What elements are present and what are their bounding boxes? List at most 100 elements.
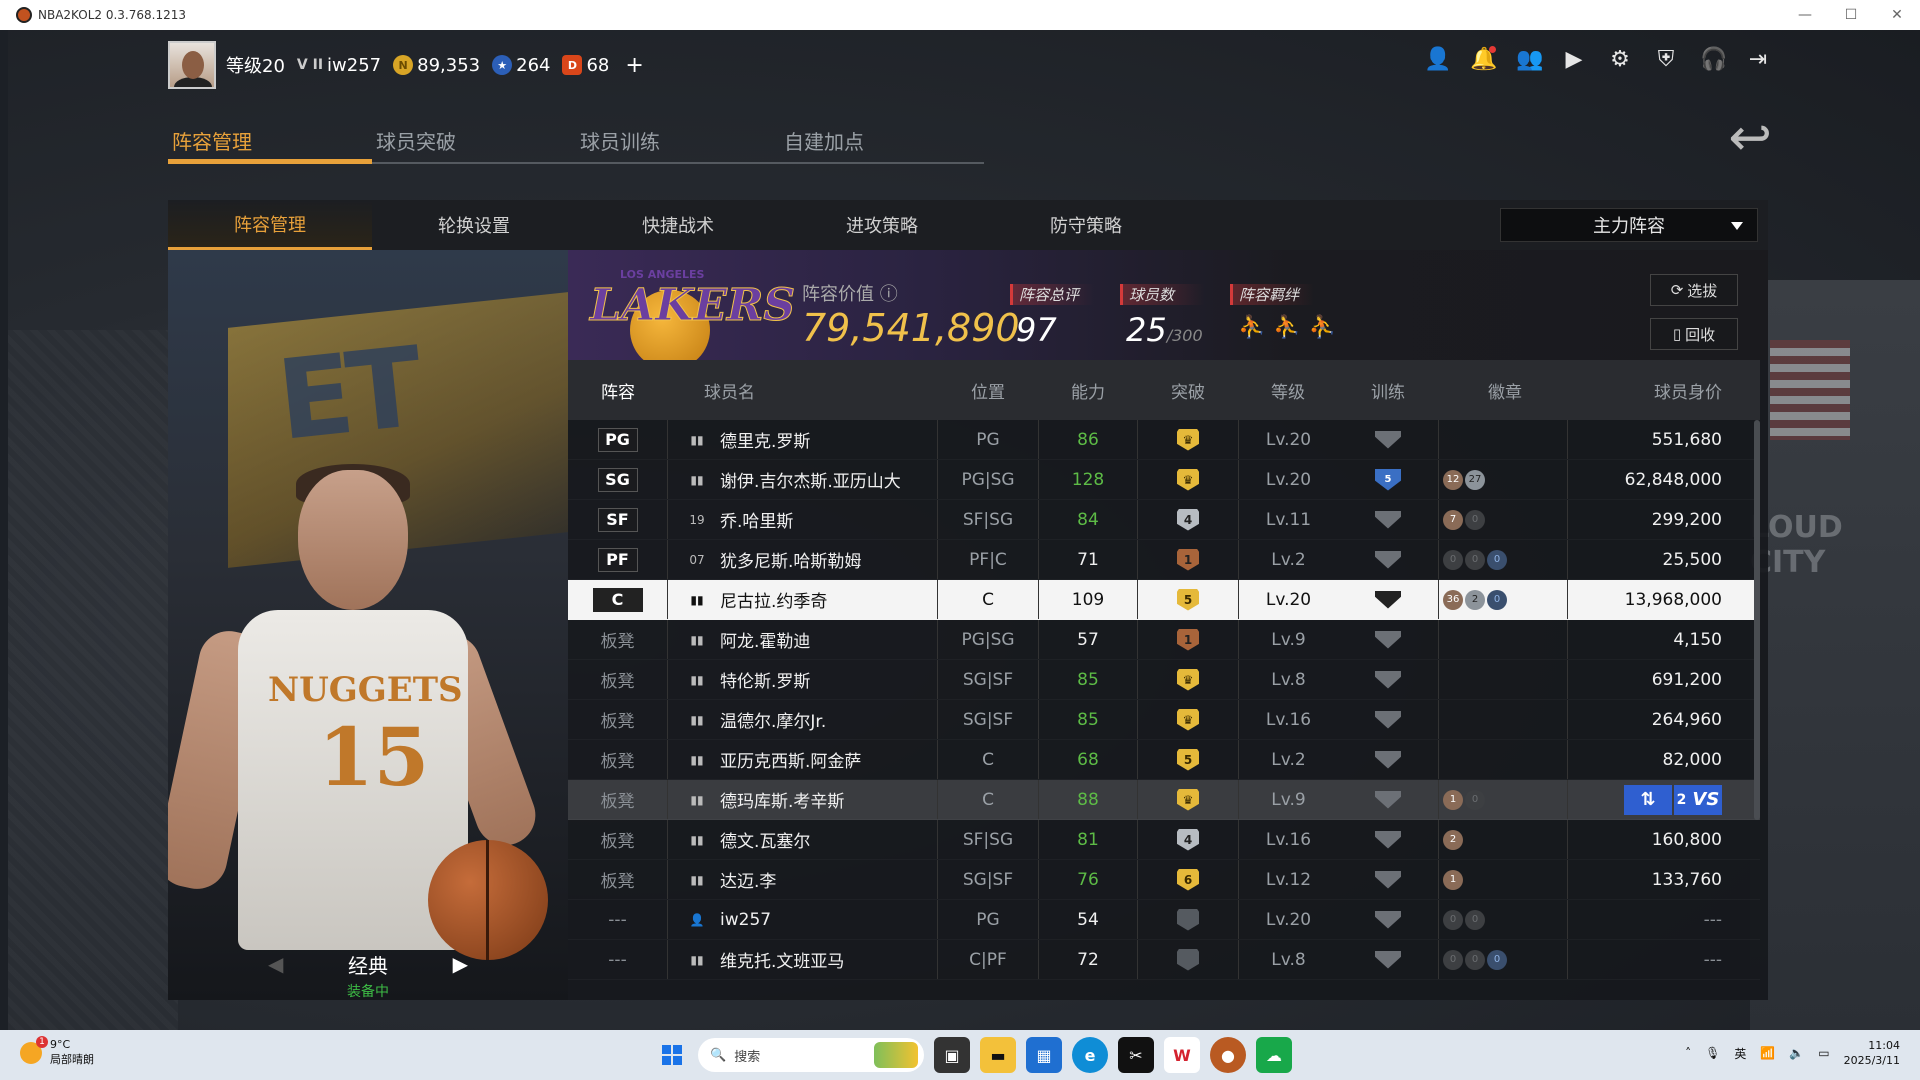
- table-row[interactable]: SG ▮▮ 谢伊.吉尔杰斯.亚历山大 PG|SG 128 ♛ Lv.20 5 12…: [568, 460, 1760, 500]
- profile-icon[interactable]: 👤: [1424, 48, 1451, 72]
- table-row[interactable]: 板凳 ▮▮ 温德尔.摩尔Jr. SG|SF 85 ♛ Lv.16 264,960: [568, 700, 1760, 740]
- subtab-rotation[interactable]: 轮换设置: [372, 200, 576, 250]
- stats-bars-icon: ▮▮: [690, 712, 704, 727]
- wechat-icon[interactable]: ☁: [1256, 1037, 1292, 1073]
- nba2k-icon[interactable]: ●: [1210, 1037, 1246, 1073]
- ime-indicator[interactable]: 英: [1734, 1045, 1746, 1062]
- compare-vs-button[interactable]: 2 VS: [1674, 784, 1722, 815]
- training-icon: [1375, 670, 1401, 689]
- mic-icon[interactable]: 🎙: [1705, 1046, 1720, 1060]
- recycle-button[interactable]: ▯ 回收: [1650, 318, 1738, 350]
- main-tabs: 阵容管理 球员突破 球员训练 自建加点: [168, 118, 984, 164]
- wps-icon[interactable]: W: [1164, 1037, 1200, 1073]
- arena-sign: LOUD CITY: [1750, 510, 1843, 580]
- badge-icon: 36: [1443, 589, 1463, 610]
- player-level: Lv.16: [1238, 700, 1338, 739]
- prev-card-icon[interactable]: ◀: [268, 952, 283, 976]
- roster-table: 阵容 球员名 位置 能力 突破 等级 训练 徽章 球员身价 PG ▮▮ 德里克.罗…: [568, 360, 1760, 1000]
- exit-icon[interactable]: ⇥: [1746, 48, 1770, 72]
- clock[interactable]: 11:04 2025/3/11: [1844, 1038, 1900, 1068]
- table-row[interactable]: 板凳 ▮▮ 特伦斯.罗斯 SG|SF 85 ♛ Lv.8 691,200: [568, 660, 1760, 700]
- bond-icon-2: ⛹: [1273, 315, 1301, 340]
- shield-icon[interactable]: ⛨: [1654, 48, 1678, 72]
- store-icon[interactable]: ▦: [1026, 1037, 1062, 1073]
- tab-player-breakthrough[interactable]: 球员突破: [372, 118, 576, 164]
- help-icon[interactable]: ⓘ: [880, 284, 898, 305]
- training-icon: [1375, 870, 1401, 889]
- lineup-dropdown[interactable]: 主力阵容: [1500, 208, 1758, 242]
- chevron-up-icon[interactable]: ˄: [1685, 1046, 1691, 1060]
- table-row[interactable]: 板凳 ▮▮ 德文.瓦塞尔 SF|SG 81 4 Lv.16 2 160,800: [568, 820, 1760, 860]
- scrollbar[interactable]: [1754, 420, 1760, 820]
- username: iw257: [327, 54, 382, 76]
- player-level: Lv.8: [1238, 940, 1338, 979]
- file-explorer-icon[interactable]: ▬: [980, 1037, 1016, 1073]
- tab-lineup-management[interactable]: 阵容管理: [168, 118, 372, 164]
- player-position: PF|C: [969, 549, 1007, 570]
- search-icon: 🔍: [710, 1047, 727, 1063]
- badge-icon: 0: [1443, 949, 1463, 970]
- subtab-offense[interactable]: 进攻策略: [780, 200, 984, 250]
- table-row[interactable]: 板凳 ▮▮ 达迈.李 SG|SF 76 6 Lv.12 1 133,760: [568, 860, 1760, 900]
- player-showcase: ET NUGGETS 15 ◀ 经典 装备中 ▶: [168, 250, 568, 1000]
- bell-icon[interactable]: 🔔: [1470, 46, 1497, 72]
- taskbar-search[interactable]: 🔍 搜索: [698, 1038, 924, 1072]
- player-level: Lv.8: [1238, 660, 1338, 699]
- game-viewport: LOUD CITY 等级20 V II iw257 N 89,353 ★ 264 D…: [8, 30, 1920, 1030]
- lineup-bonds[interactable]: 阵容羁绊 ⛹ ⛹ ⛹: [1230, 284, 1336, 340]
- select-button[interactable]: ⟳ 选拔: [1650, 274, 1738, 306]
- level-label: 等级20: [226, 56, 285, 77]
- friends-icon[interactable]: 👥: [1516, 48, 1543, 72]
- tab-player-training[interactable]: 球员训练: [576, 118, 780, 164]
- edge-icon[interactable]: e: [1072, 1037, 1108, 1073]
- video-icon[interactable]: ▶: [1562, 48, 1586, 72]
- table-row[interactable]: --- 👤 iw257 PG 54 Lv.20 00 ---: [568, 900, 1760, 940]
- subtab-defense[interactable]: 防守策略: [984, 200, 1188, 250]
- card-selector: ◀ 经典 装备中 ▶: [268, 950, 468, 1000]
- roster-rows: PG ▮▮ 德里克.罗斯 PG 86 ♛ Lv.20 551,680 SG ▮▮ 谢…: [568, 420, 1760, 980]
- next-card-icon[interactable]: ▶: [453, 952, 468, 976]
- position-slot-tag: SG: [597, 467, 638, 492]
- table-row[interactable]: 板凳 ▮▮ 亚历克西斯.阿金萨 C 68 5 Lv.2 82,000: [568, 740, 1760, 780]
- table-row[interactable]: C ▮▮ 尼古拉.约季奇 C 109 5 Lv.20 36 2 0 13,968,00…: [568, 580, 1760, 620]
- task-view-icon[interactable]: ▣: [934, 1037, 970, 1073]
- wifi-icon[interactable]: 📶: [1760, 1046, 1775, 1060]
- headset-icon[interactable]: 🎧: [1700, 48, 1727, 72]
- player-level: Lv.2: [1238, 740, 1338, 779]
- crown-icon: ♛: [1177, 788, 1199, 811]
- add-currency-button[interactable]: +: [625, 53, 643, 78]
- temperature: 9°C: [50, 1038, 71, 1051]
- table-row[interactable]: --- ▮▮ 维克托.文班亚马 C|PF 72 Lv.8 000 ---: [568, 940, 1760, 980]
- table-row[interactable]: 板凳 ▮▮ 德玛库斯.考辛斯 C 88 ♛ Lv.9 10 ⇅ 2 VS: [568, 780, 1760, 820]
- maximize-button[interactable]: ☐: [1828, 0, 1874, 30]
- battery-icon[interactable]: ▭: [1818, 1046, 1829, 1060]
- basketball-icon: [428, 840, 548, 960]
- stats-bars-icon: ▮▮: [690, 952, 704, 967]
- swap-button[interactable]: ⇅: [1624, 784, 1672, 815]
- subtab-quick-tactics[interactable]: 快捷战术: [576, 200, 780, 250]
- gear-icon[interactable]: ⚙: [1608, 48, 1632, 72]
- minimize-button[interactable]: —: [1782, 0, 1828, 30]
- badge-icon: 1: [1443, 869, 1463, 890]
- subtab-lineup[interactable]: 阵容管理: [168, 200, 372, 250]
- tab-custom-points[interactable]: 自建加点: [780, 118, 984, 164]
- back-arrow-icon[interactable]: ↩: [1728, 108, 1772, 168]
- close-button[interactable]: ✕: [1874, 0, 1920, 30]
- volume-icon[interactable]: 🔈: [1789, 1046, 1804, 1060]
- weather-widget[interactable]: 9°C 局部晴朗: [20, 1035, 94, 1067]
- player-ability: 68: [1038, 740, 1138, 779]
- jersey-number: 15: [318, 710, 430, 804]
- arena-background: LOUD CITY: [1750, 280, 1920, 1030]
- stats-bars-icon: ▮▮: [690, 632, 704, 647]
- table-row[interactable]: 板凳 ▮▮ 阿龙.霍勒迪 PG|SG 57 1 Lv.9 4,150: [568, 620, 1760, 660]
- training-icon: [1375, 910, 1401, 929]
- capcut-icon[interactable]: ✂: [1118, 1037, 1154, 1073]
- table-row[interactable]: PF 07 犹多尼斯.哈斯勒姆 PF|C 71 1 Lv.2 000 25,500: [568, 540, 1760, 580]
- breakthrough-level-icon: 5: [1177, 748, 1199, 771]
- table-row[interactable]: SF 19 乔.哈里斯 SF|SG 84 4 Lv.11 70 299,200: [568, 500, 1760, 540]
- windows-start-icon[interactable]: [656, 1039, 688, 1071]
- badge-icon: 0: [1443, 909, 1463, 930]
- table-row[interactable]: PG ▮▮ 德里克.罗斯 PG 86 ♛ Lv.20 551,680: [568, 420, 1760, 460]
- breakthrough-level-icon: 5: [1177, 588, 1199, 611]
- avatar[interactable]: [168, 41, 216, 89]
